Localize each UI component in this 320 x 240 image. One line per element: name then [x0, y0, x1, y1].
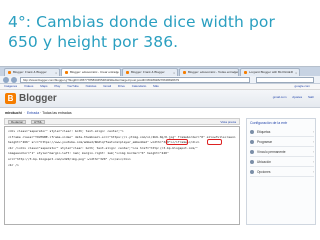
- close-tab-icon[interactable]: ×: [116, 71, 118, 75]
- google-bar-item[interactable]: YouTube: [67, 84, 79, 88]
- sign-out-link[interactable]: Salir: [308, 95, 314, 99]
- sidebar-item-schedule[interactable]: Programar ›: [250, 138, 314, 147]
- account-links: gmail.com Ajustes Salir: [268, 95, 314, 99]
- clock-icon: [250, 140, 254, 145]
- breadcrumb: mirokuchi · Entrada · Todas las entradas: [5, 111, 72, 115]
- google-bar-item[interactable]: Calendario: [132, 84, 147, 88]
- browser-tab-5[interactable]: Lorganit Blogger with BLOGGER ×: [240, 68, 300, 76]
- width-highlight-circle: [207, 139, 222, 145]
- blogger-favicon-icon: [126, 70, 129, 74]
- browser-tab-2[interactable]: Blogger: edusocratic - Crear entrada ×: [61, 68, 121, 76]
- chevron-right-icon: ›: [312, 160, 314, 164]
- tab-label: Blogger: edusocratic - Crear entrada: [70, 70, 119, 74]
- address-bar-row: http://www.blogger.com/blogger.g?blogID=…: [0, 76, 320, 84]
- tag-icon: [250, 130, 254, 135]
- height-highlight-circle: [166, 139, 188, 145]
- browser-screenshot: Blogger: Frank & Blogger × Blogger: eduso…: [0, 66, 320, 226]
- breadcrumb-separator: ·: [23, 111, 25, 115]
- slide-title: 4°: Cambias donde dice width por 650 y h…: [8, 13, 275, 51]
- google-bar-account[interactable]: google.com: [294, 84, 310, 89]
- chevron-right-icon: ›: [312, 150, 314, 154]
- browser-tab-bar: Blogger: Frank & Blogger × Blogger: eduso…: [0, 67, 320, 76]
- browser-tab-1[interactable]: Blogger: Frank & Blogger ×: [4, 68, 60, 76]
- compose-mode-button[interactable]: Redactar: [8, 120, 27, 124]
- blogger-favicon-icon: [183, 70, 186, 74]
- chevron-right-icon: ›: [312, 170, 314, 174]
- sidebar-item-options[interactable]: Opciones ›: [250, 168, 314, 177]
- tab-label: Lorganit Blogger with BLOGGER: [249, 70, 293, 74]
- google-bar-item[interactable]: Gmail: [103, 84, 111, 88]
- location-icon: [250, 160, 254, 165]
- sidebar-item-label: Opciones: [257, 170, 271, 174]
- sidebar-item-label: Programar: [257, 140, 273, 144]
- close-tab-icon[interactable]: ×: [55, 71, 57, 75]
- settings-link[interactable]: Ajustes: [292, 95, 302, 99]
- url-input[interactable]: http://www.blogger.com/blogger.g?blogID=…: [20, 77, 250, 83]
- google-bar-item[interactable]: Más: [153, 84, 159, 88]
- google-bar-item[interactable]: Drive: [118, 84, 125, 88]
- html-mode-button[interactable]: HTML: [31, 120, 46, 124]
- blogger-logo-icon[interactable]: B: [5, 93, 16, 104]
- tab-label: Blogger: Frank & Blogger: [13, 70, 47, 74]
- google-bar-item[interactable]: Vídeos: [24, 84, 33, 88]
- sidebar-item-label: Ubicación: [257, 160, 271, 164]
- sidebar-item-location[interactable]: Ubicación ›: [250, 158, 314, 167]
- editor-toolbar: Redactar HTML Vista previa: [4, 118, 240, 125]
- tab-label: Blogger: edusocratic - Todas entradas: [188, 70, 239, 74]
- google-bar-item[interactable]: Maps: [40, 84, 47, 88]
- blogger-page: B Blogger gmail.com Ajustes Salir miroku…: [0, 90, 320, 226]
- html-editor-textarea[interactable]: <div class="separator" style="clear: bot…: [4, 126, 240, 225]
- google-bar-item[interactable]: Imágenes: [4, 84, 17, 88]
- blogger-favicon-icon: [8, 70, 11, 74]
- blogger-logo-text[interactable]: Blogger: [19, 93, 57, 105]
- close-tab-icon[interactable]: ×: [295, 71, 297, 75]
- post-link[interactable]: Entrada: [27, 111, 39, 115]
- preview-link[interactable]: Vista previa: [220, 120, 236, 124]
- gear-icon: [250, 170, 254, 175]
- blogger-favicon-icon: [65, 70, 68, 74]
- chevron-right-icon: ›: [312, 130, 314, 134]
- forward-icon[interactable]: [11, 77, 17, 83]
- browser-tab-3[interactable]: Blogger: Frank & Blogger ×: [122, 68, 178, 76]
- code-line: <br />: [8, 162, 19, 167]
- back-icon[interactable]: [3, 77, 9, 83]
- blogger-favicon-icon: [244, 70, 247, 74]
- breadcrumb-status: · Todas las entradas: [40, 111, 72, 115]
- tab-label: Blogger: Frank & Blogger: [131, 70, 165, 74]
- account-email[interactable]: gmail.com: [273, 95, 287, 99]
- browser-tab-4[interactable]: Blogger: edusocratic - Todas entradas ×: [179, 68, 239, 76]
- post-settings-title: Configuración de la entr: [250, 121, 288, 125]
- post-settings-panel: Configuración de la entr Etiquetas › Prog…: [246, 118, 316, 225]
- blogger-header: B Blogger gmail.com Ajustes Salir: [0, 90, 320, 108]
- google-bar-item[interactable]: Play: [54, 84, 60, 88]
- link-icon: [250, 150, 254, 155]
- sidebar-item-labels[interactable]: Etiquetas ›: [250, 128, 314, 137]
- chevron-right-icon: ›: [312, 140, 314, 144]
- google-bar-item[interactable]: Noticias: [86, 84, 97, 88]
- close-tab-icon[interactable]: ×: [173, 71, 175, 75]
- browser-search-input[interactable]: [256, 77, 314, 83]
- close-tab-icon[interactable]: ×: [234, 71, 236, 75]
- sidebar-item-label: Etiquetas: [257, 130, 271, 134]
- sidebar-item-permalink[interactable]: Vínculo permanente ›: [250, 148, 314, 157]
- blog-name[interactable]: mirokuchi: [5, 111, 22, 115]
- sidebar-item-label: Vínculo permanente: [257, 150, 286, 154]
